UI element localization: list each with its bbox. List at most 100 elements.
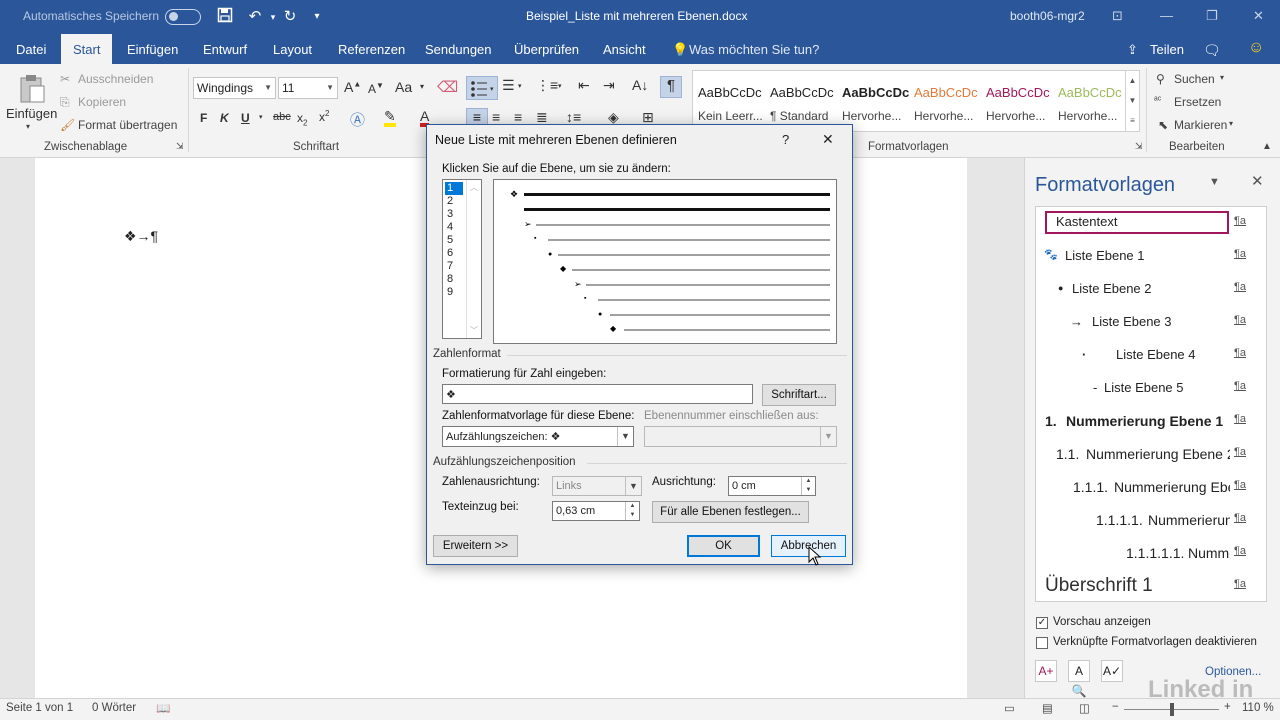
tab-ueberpruefen[interactable]: Überprüfen xyxy=(514,42,579,57)
autosave-toggle[interactable] xyxy=(165,9,201,25)
web-layout-icon[interactable]: ◫ xyxy=(1079,701,1090,715)
align-center-icon[interactable]: ≡ xyxy=(492,109,500,125)
underline-button[interactable]: U xyxy=(241,111,250,125)
line-spacing-icon[interactable]: ↕≡ xyxy=(566,109,581,125)
feedback-smiley-icon[interactable]: ☺ xyxy=(1248,39,1264,57)
style-list-item[interactable]: · Liste Ebene 4 ¶a xyxy=(1036,339,1266,372)
increase-indent-icon[interactable]: ⇥ xyxy=(603,77,615,94)
tab-start[interactable]: Start xyxy=(61,34,113,64)
tab-ansicht[interactable]: Ansicht xyxy=(603,42,646,57)
font-size-combo[interactable]: 11 ▼ xyxy=(278,77,338,99)
alignment-select[interactable]: Links ▼ xyxy=(552,476,642,496)
style-item[interactable]: AaBbCcDc Kein Leerr... xyxy=(693,71,765,131)
tab-datei[interactable]: Datei xyxy=(16,42,46,57)
sort-icon[interactable]: A↓ xyxy=(632,77,648,93)
level-item[interactable]: 8 xyxy=(445,273,463,286)
change-case-dropdown-icon[interactable]: ▾ xyxy=(420,82,424,91)
collapse-ribbon-icon[interactable]: ▲ xyxy=(1262,141,1272,152)
manage-styles-icon[interactable]: A✓ xyxy=(1101,660,1123,682)
style-item[interactable]: AaBbCcDc ¶ Standard xyxy=(765,71,837,131)
multilevel-list-icon[interactable]: ⋮≡ xyxy=(536,77,558,94)
restore-icon[interactable]: ❐ xyxy=(1206,8,1218,24)
pane-options-dropdown-icon[interactable]: ▼ xyxy=(1209,176,1220,188)
dialog-close-button[interactable]: ✕ xyxy=(822,131,834,148)
pane-close-icon[interactable]: ✕ xyxy=(1251,172,1264,190)
copy-button[interactable]: Kopieren xyxy=(78,95,126,109)
comments-icon[interactable]: 🗨 xyxy=(1203,42,1221,59)
strikethrough-button[interactable]: abc xyxy=(273,111,291,123)
bold-button[interactable]: F xyxy=(200,111,207,125)
style-item[interactable]: AaBbCcDc Hervorhe... xyxy=(837,71,909,131)
number-format-input[interactable]: ❖ xyxy=(442,384,753,404)
user-name[interactable]: booth06-mgr2 xyxy=(1010,9,1085,23)
style-list-item[interactable]: 1. Nummerierung Ebene 1 ¶a xyxy=(1036,405,1266,438)
print-layout-icon[interactable]: ▤ xyxy=(1042,701,1053,715)
level-item[interactable]: 3 xyxy=(445,208,463,221)
find-button[interactable]: Suchen xyxy=(1174,72,1215,86)
preview-checkbox[interactable]: ✓ xyxy=(1036,617,1048,629)
close-window-icon[interactable]: ✕ xyxy=(1253,8,1264,24)
help-button[interactable]: ? xyxy=(782,132,789,147)
share-icon[interactable]: ⇪ xyxy=(1127,42,1138,58)
style-item[interactable]: AaBbCcDc Hervorhe... xyxy=(909,71,981,131)
tell-me-search[interactable]: Was möchten Sie tun? xyxy=(689,42,819,57)
tab-entwurf[interactable]: Entwurf xyxy=(203,42,247,57)
style-list-item[interactable]: 1.1. Nummerierung Ebene 2 ¶a xyxy=(1036,438,1266,471)
show-paragraph-marks-button[interactable]: ¶ xyxy=(660,76,682,98)
ok-button[interactable]: OK xyxy=(687,535,760,557)
level-item[interactable]: 2 xyxy=(445,195,463,208)
paste-button[interactable]: Einfügen xyxy=(6,106,57,121)
customize-qat-icon[interactable]: ▾ xyxy=(307,7,327,27)
level-item[interactable]: 6 xyxy=(445,247,463,260)
undo-icon[interactable]: ↶ xyxy=(245,7,265,27)
style-list-item[interactable]: Überschrift 1 ¶a xyxy=(1036,570,1266,601)
level-item[interactable]: 1 xyxy=(445,182,463,195)
level-item[interactable]: 9 xyxy=(445,286,463,299)
ribbon-display-icon[interactable]: ⊡ xyxy=(1112,8,1123,24)
read-mode-icon[interactable]: ▭ xyxy=(1004,701,1015,715)
style-list-item[interactable]: ● Liste Ebene 2 ¶a xyxy=(1036,273,1266,306)
style-list-item[interactable]: 🐾 Liste Ebene 1 ¶a xyxy=(1036,240,1266,273)
share-button[interactable]: Teilen xyxy=(1150,42,1184,57)
redo-icon[interactable]: ↻ xyxy=(280,7,300,27)
include-level-select[interactable]: ▼ xyxy=(644,426,837,447)
new-style-icon[interactable]: A+ xyxy=(1035,660,1057,682)
styles-launcher-icon[interactable]: ⇲ xyxy=(1135,141,1143,152)
set-all-levels-button[interactable]: Für alle Ebenen festlegen... xyxy=(652,501,809,523)
numbering-icon[interactable]: ☰ xyxy=(502,77,515,94)
format-painter-button[interactable]: Format übertragen xyxy=(78,118,177,132)
level-item[interactable]: 4 xyxy=(445,221,463,234)
cut-button[interactable]: Ausschneiden xyxy=(78,72,153,86)
clipboard-icon[interactable] xyxy=(18,74,46,104)
superscript-button[interactable]: x2 xyxy=(319,109,329,124)
find-dropdown-icon[interactable]: ▾ xyxy=(1220,73,1224,82)
numbering-dropdown-icon[interactable]: ▾ xyxy=(518,82,522,90)
clipboard-launcher-icon[interactable]: ⇲ xyxy=(176,141,184,152)
paste-dropdown-icon[interactable]: ▾ xyxy=(26,122,30,131)
decrease-indent-icon[interactable]: ⇤ xyxy=(578,77,590,94)
select-dropdown-icon[interactable]: ▾ xyxy=(1229,119,1233,128)
style-list-item[interactable]: 1.1.1.1.1. Nummerierung Ebene 5 ¶a xyxy=(1036,537,1266,570)
style-list-item[interactable]: → Liste Ebene 3 ¶a xyxy=(1036,306,1266,339)
change-case-button[interactable]: Aa xyxy=(395,79,412,95)
proofing-icon[interactable]: 📖 xyxy=(156,701,170,715)
zoom-slider-thumb[interactable] xyxy=(1170,703,1174,716)
tab-sendungen[interactable]: Sendungen xyxy=(425,42,492,57)
level-scrollbar[interactable]: ︿ ﹀ xyxy=(466,180,481,338)
underline-dropdown-icon[interactable]: ▾ xyxy=(259,113,263,121)
level-item[interactable]: 5 xyxy=(445,234,463,247)
highlight-icon[interactable]: ✎ xyxy=(384,109,396,127)
subscript-button[interactable]: x2 xyxy=(297,111,307,127)
tab-layout[interactable]: Layout xyxy=(273,42,312,57)
gallery-scroll[interactable]: ▲ ▼ ≡ xyxy=(1125,71,1139,131)
aligned-at-input[interactable]: 0 cm ▲ ▼ xyxy=(728,476,816,496)
font-button[interactable]: Schriftart... xyxy=(762,384,836,406)
style-item[interactable]: AaBbCcDc Hervorhe... xyxy=(981,71,1053,131)
style-list-item[interactable]: 1.1.1. Nummerierung Ebene 3 ¶a xyxy=(1036,471,1266,504)
save-icon[interactable] xyxy=(215,7,235,27)
level-item[interactable]: 7 xyxy=(445,260,463,273)
more-button[interactable]: Erweitern >> xyxy=(433,535,518,557)
page-count[interactable]: Seite 1 von 1 xyxy=(6,702,73,714)
shrink-font-button[interactable]: A▼ xyxy=(368,81,384,96)
select-button[interactable]: Markieren xyxy=(1174,118,1227,132)
